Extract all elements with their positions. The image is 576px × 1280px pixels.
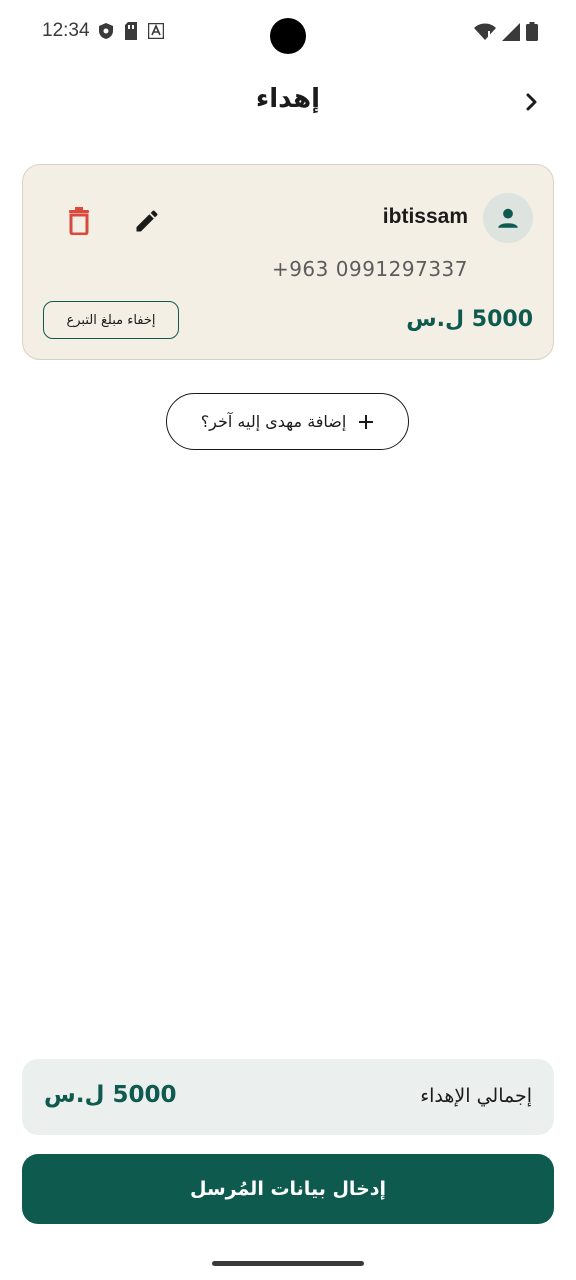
app-header: إهداء	[0, 72, 576, 132]
text-a-icon	[147, 22, 165, 43]
chevron-right-icon	[526, 93, 537, 111]
total-summary: إجمالي الإهداء 5000 ل.س	[22, 1059, 554, 1135]
hide-amount-button[interactable]: إخفاء مبلغ التبرع	[43, 301, 179, 339]
recipient-card: ibtissam +963 0991297337 5000 ل.س إخفاء …	[22, 164, 554, 360]
edit-button[interactable]	[129, 203, 165, 239]
total-label: إجمالي الإهداء	[420, 1085, 532, 1107]
shield-icon	[98, 22, 114, 44]
avatar	[483, 193, 533, 243]
home-indicator[interactable]	[212, 1261, 364, 1266]
plus-icon	[359, 414, 374, 429]
status-icons-right	[474, 22, 538, 45]
add-recipient-label: إضافة مهدى إليه آخر؟	[200, 412, 347, 431]
status-bar: 12:34	[0, 0, 576, 64]
recipient-amount: 5000 ل.س	[406, 307, 533, 332]
pencil-icon	[136, 210, 158, 232]
status-icons-left	[98, 22, 165, 44]
person-icon	[498, 208, 518, 228]
delete-button[interactable]	[61, 203, 97, 239]
enter-sender-details-button[interactable]: إدخال بيانات المُرسل	[22, 1154, 554, 1224]
back-button[interactable]	[518, 88, 546, 116]
total-amount: 5000 ل.س	[44, 1082, 177, 1108]
recipient-phone: +963 0991297337	[271, 257, 468, 281]
status-time: 12:34	[42, 20, 90, 41]
signal-icon	[502, 22, 520, 45]
front-camera	[270, 18, 306, 54]
add-recipient-button[interactable]: إضافة مهدى إليه آخر؟	[166, 393, 409, 450]
recipient-name: ibtissam	[382, 205, 468, 228]
page-title: إهداء	[255, 84, 321, 114]
wifi-icon	[474, 23, 496, 45]
sim-card-icon	[124, 22, 138, 44]
battery-icon	[526, 22, 538, 45]
trash-icon	[69, 207, 89, 235]
